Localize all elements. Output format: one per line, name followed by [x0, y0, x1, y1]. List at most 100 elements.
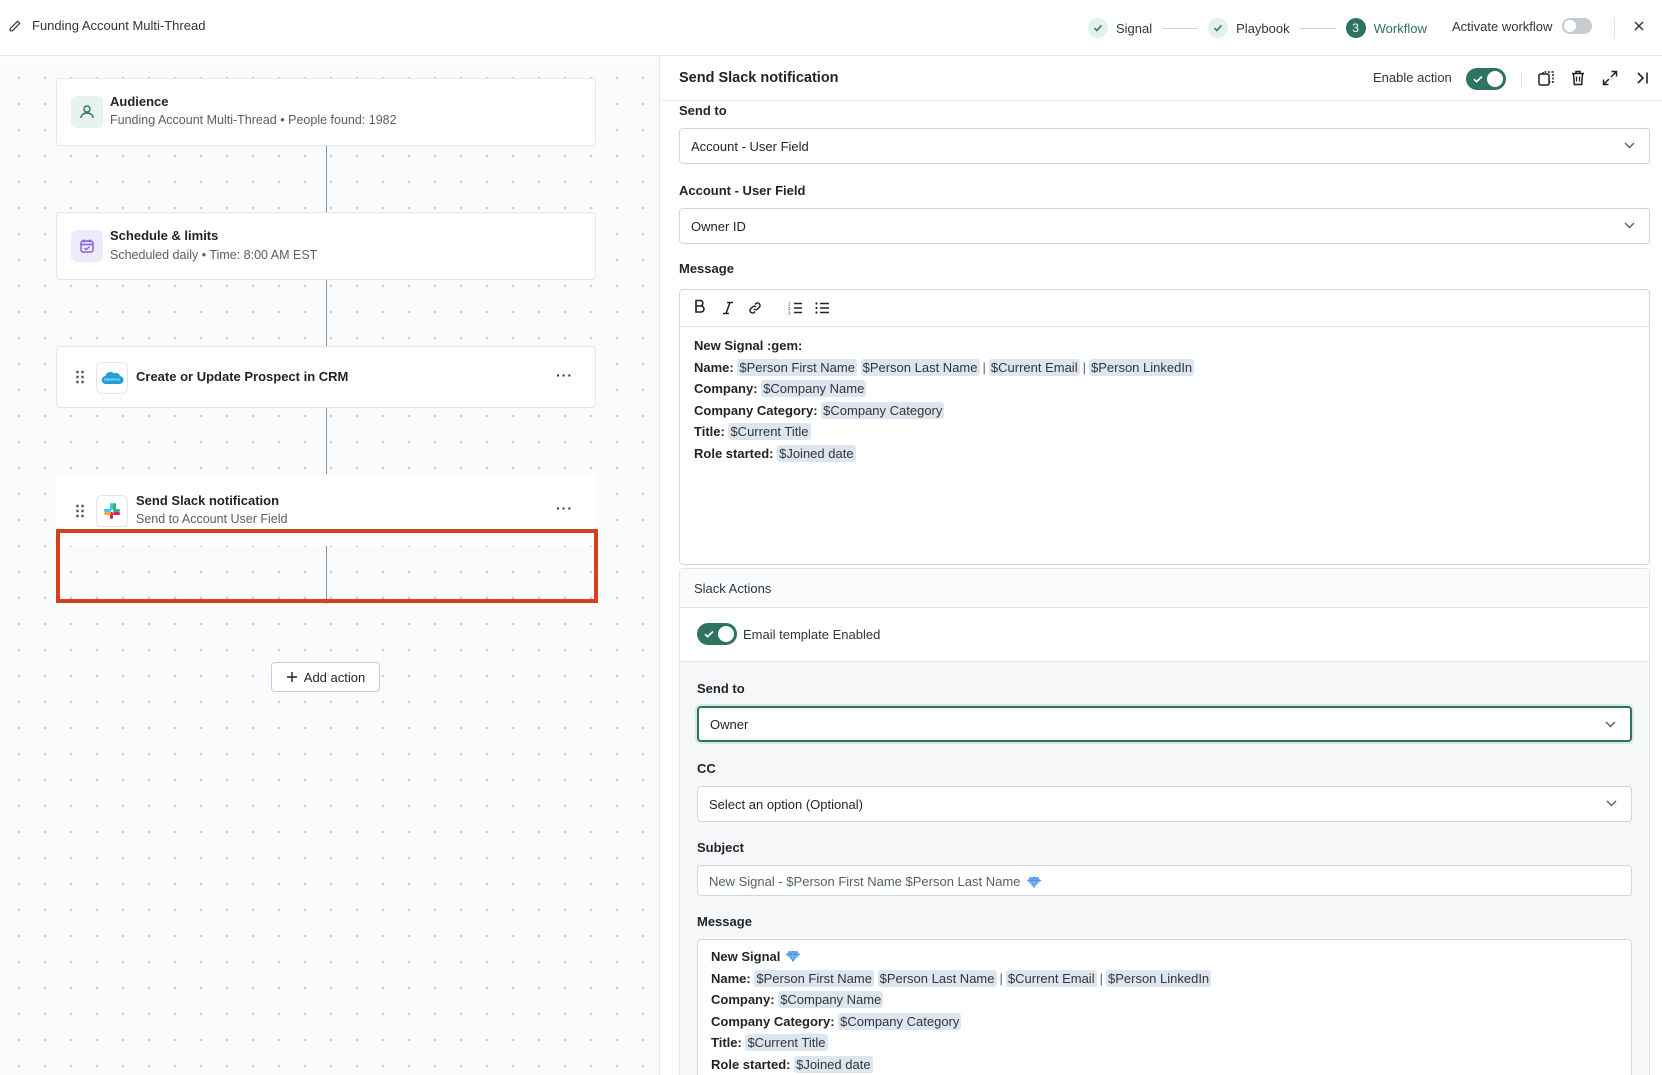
- bullet-list-icon[interactable]: [815, 301, 830, 315]
- drag-handle-icon[interactable]: [75, 369, 85, 385]
- node-title: Audience: [110, 94, 169, 109]
- close-icon[interactable]: [1632, 19, 1646, 33]
- variable-chip[interactable]: $Company Category: [821, 401, 945, 419]
- send-to-label: Send to: [679, 103, 727, 118]
- duplicate-icon[interactable]: [1537, 69, 1555, 87]
- message-line: Role started: $Joined date: [711, 1054, 1211, 1075]
- node-subtitle: Scheduled daily • Time: 8:00 AM EST: [110, 248, 317, 262]
- message-line: Name: $Person First Name $Person Last Na…: [711, 968, 1212, 990]
- step-number: 3: [1345, 18, 1366, 38]
- trash-icon[interactable]: [1569, 69, 1587, 87]
- category-key: Company Category:: [694, 402, 818, 418]
- divider: [1614, 18, 1615, 38]
- chevron-down-icon: [1624, 142, 1635, 149]
- variable-chip[interactable]: $Joined date: [794, 1055, 873, 1073]
- message-line: Name: $Person First Name $Person Last Na…: [694, 357, 1195, 379]
- account-user-field-select[interactable]: Owner ID: [679, 208, 1650, 244]
- node-title: Schedule & limits: [110, 228, 219, 243]
- account-user-field-value: Owner ID: [691, 218, 746, 234]
- schedule-node[interactable]: Schedule & limits Scheduled daily • Time…: [56, 212, 596, 280]
- email-template-row: Email template Enabled: [680, 608, 1649, 662]
- top-bar: Funding Account Multi-Thread Signal Play…: [0, 0, 1662, 56]
- slack-send-to-select[interactable]: Owner: [697, 706, 1632, 742]
- chevron-down-icon: [1624, 222, 1635, 229]
- slack-message-label: Message: [697, 914, 752, 929]
- variable-chip[interactable]: $Person Last Name: [860, 358, 980, 376]
- title-key: Title:: [711, 1035, 742, 1050]
- step-connector: [1162, 27, 1199, 29]
- more-options-icon[interactable]: ···: [556, 367, 573, 383]
- step-label: Signal: [1116, 20, 1153, 36]
- message-line: New Signal :gem:: [694, 338, 803, 353]
- name-key: Name:: [711, 970, 751, 986]
- node-subtitle: Funding Account Multi-Thread • People fo…: [110, 113, 397, 127]
- message-body[interactable]: New Signal :gem: Name: $Person First Nam…: [694, 335, 1195, 465]
- collapse-panel-icon[interactable]: [1633, 69, 1651, 87]
- send-to-select[interactable]: Account - User Field: [679, 128, 1650, 164]
- message-heading: New Signal: [711, 949, 781, 964]
- step-workflow[interactable]: 3 Workflow: [1345, 18, 1427, 38]
- workflow-canvas[interactable]: Audience Funding Account Multi-Thread • …: [0, 57, 660, 1075]
- step-signal[interactable]: Signal: [1088, 18, 1152, 38]
- title-key: Title:: [694, 424, 725, 439]
- enable-action-toggle[interactable]: [1466, 68, 1506, 90]
- step-label: Playbook: [1236, 20, 1290, 36]
- email-template-toggle[interactable]: [697, 623, 737, 645]
- salesforce-icon: salesforce: [96, 362, 128, 394]
- message-line: New Signal: [711, 946, 1211, 968]
- check-icon: [703, 628, 715, 640]
- variable-chip[interactable]: $Person Last Name: [877, 969, 997, 987]
- variable-chip[interactable]: $Joined date: [777, 444, 856, 462]
- variable-chip[interactable]: $Company Name: [761, 380, 867, 397]
- message-line: Company Category: $Company Category: [694, 400, 1194, 422]
- svg-text:3: 3: [788, 311, 791, 316]
- italic-icon[interactable]: [722, 301, 734, 315]
- expand-icon[interactable]: [1601, 69, 1619, 87]
- ordered-list-icon[interactable]: 123: [788, 301, 803, 315]
- category-key: Company Category:: [711, 1013, 835, 1029]
- step-playbook[interactable]: Playbook: [1208, 18, 1290, 38]
- variable-chip[interactable]: $Company Name: [778, 991, 884, 1008]
- check-icon: [1088, 18, 1108, 38]
- bold-icon[interactable]: [694, 299, 706, 313]
- variable-chip[interactable]: $Person First Name: [737, 358, 857, 376]
- separator: |: [999, 970, 1003, 986]
- message-label: Message: [679, 261, 734, 276]
- variable-chip[interactable]: $Company Category: [838, 1012, 962, 1030]
- add-action-button[interactable]: Add action: [271, 662, 380, 692]
- schedule-frequency: Scheduled daily: [110, 248, 199, 262]
- variable-chip[interactable]: $Current Title: [728, 423, 811, 440]
- step-label: Workflow: [1373, 20, 1427, 36]
- people-found: People found: 1982: [288, 113, 397, 127]
- add-action-label: Add action: [303, 669, 366, 685]
- activate-workflow-label: Activate workflow: [1452, 18, 1553, 34]
- variable-chip[interactable]: $Person First Name: [754, 969, 874, 987]
- subject-label: Subject: [697, 840, 744, 855]
- workflow-title-group[interactable]: Funding Account Multi-Thread: [8, 18, 205, 33]
- subject-input[interactable]: New Signal - $Person First Name $Person …: [697, 865, 1632, 896]
- activate-workflow-toggle[interactable]: [1562, 18, 1593, 34]
- message-line: Role started: $Joined date: [694, 443, 1194, 465]
- variable-chip[interactable]: $Current Email: [1005, 969, 1097, 987]
- users-icon: [71, 96, 103, 128]
- message-editor[interactable]: 123 New Signal :gem: Name: $Person First…: [679, 289, 1650, 565]
- check-icon: [1208, 18, 1229, 38]
- drag-handle-icon[interactable]: [75, 503, 85, 519]
- variable-chip[interactable]: $Current Email: [988, 358, 1080, 376]
- step-progress: Signal Playbook 3 Workflow: [1088, 16, 1427, 40]
- slack-message-editor[interactable]: New Signal Name: $Person First Name $Per…: [697, 939, 1632, 1075]
- variable-chip[interactable]: $Person LinkedIn: [1105, 969, 1212, 987]
- message-line: Company: $Company Name: [711, 989, 1211, 1011]
- pencil-icon[interactable]: [8, 19, 22, 33]
- variable-chip[interactable]: $Current Title: [745, 1034, 828, 1051]
- more-options-icon[interactable]: ···: [556, 500, 573, 516]
- link-icon[interactable]: [748, 301, 762, 315]
- variable-chip[interactable]: $Person LinkedIn: [1088, 358, 1195, 376]
- cc-select[interactable]: Select an option (Optional): [697, 786, 1632, 822]
- role-key: Role started:: [694, 445, 774, 461]
- slack-message-body[interactable]: New Signal Name: $Person First Name $Per…: [711, 946, 1212, 1075]
- crm-node[interactable]: salesforce Create or Update Prospect in …: [56, 346, 596, 408]
- audience-node[interactable]: Audience Funding Account Multi-Thread • …: [56, 78, 596, 146]
- account-user-field-label: Account - User Field: [679, 183, 806, 198]
- subject-value: New Signal - $Person First Name $Person …: [709, 874, 1021, 889]
